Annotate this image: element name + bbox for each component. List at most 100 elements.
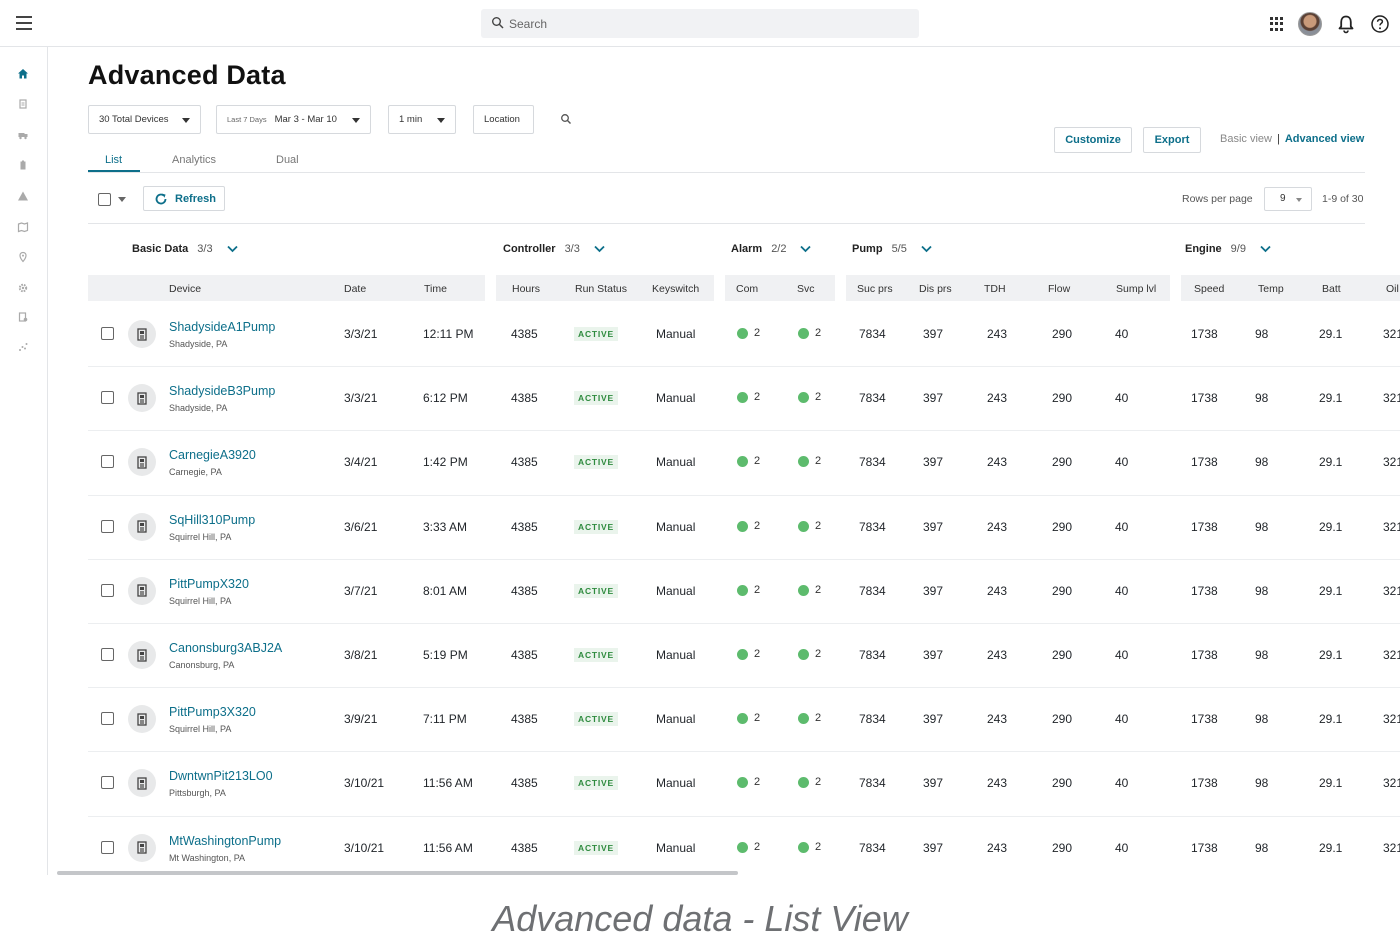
column-header-com[interactable]: Com — [736, 283, 758, 295]
group-count: 2/2 — [771, 243, 787, 255]
cell-hours: 4385 — [511, 776, 538, 791]
device-name-link[interactable]: SqHill310Pump — [169, 513, 255, 527]
column-header-suc-prs[interactable]: Suc prs — [857, 283, 893, 295]
select-all-checkbox[interactable] — [98, 193, 111, 206]
cell-speed: 1738 — [1191, 840, 1218, 855]
scatter-icon[interactable] — [17, 341, 29, 353]
cell-dis-prs: 397 — [923, 455, 944, 470]
row-checkbox[interactable] — [101, 648, 114, 661]
cell-tdh: 243 — [987, 712, 1008, 727]
column-header-hours[interactable]: Hours — [512, 283, 540, 295]
device-name-link[interactable]: ShadysideA1Pump — [169, 320, 275, 334]
column-header-flow[interactable]: Flow — [1048, 283, 1070, 295]
row-checkbox[interactable] — [101, 391, 114, 405]
column-header-time[interactable]: Time — [424, 283, 447, 295]
column-header-temp[interactable]: Temp — [1258, 283, 1284, 295]
column-header-batt[interactable]: Batt — [1322, 283, 1341, 295]
cell-temp: 98 — [1255, 776, 1269, 791]
column-header-tdh[interactable]: TDH — [984, 283, 1006, 295]
truck-icon[interactable] — [17, 129, 29, 141]
cell-speed: 1738 — [1191, 455, 1218, 470]
rows-per-page-select[interactable]: 9 — [1264, 187, 1312, 211]
search-icon[interactable] — [560, 113, 572, 125]
basic-view-link[interactable]: Basic view — [1220, 133, 1272, 145]
device-location: Squirrel Hill, PA — [169, 531, 232, 542]
cell-temp: 98 — [1255, 519, 1269, 534]
caret-down-icon[interactable] — [118, 197, 126, 202]
home-icon[interactable] — [17, 68, 29, 80]
advanced-view-link[interactable]: Advanced view — [1285, 133, 1364, 145]
column-header-sump-lvl[interactable]: Sump lvl — [1116, 283, 1156, 295]
gear-icon[interactable] — [17, 282, 29, 294]
cell-temp: 98 — [1255, 712, 1269, 727]
column-header-keyswitch[interactable]: Keyswitch — [652, 283, 699, 295]
row-checkbox[interactable] — [101, 583, 114, 597]
cell-oil: 321 — [1383, 391, 1400, 406]
device-name-link[interactable]: Canonsburg3ABJ2A — [169, 641, 282, 655]
document-icon[interactable] — [17, 98, 29, 110]
interval-dropdown[interactable]: 1 min — [388, 105, 456, 134]
tab-list[interactable]: List — [105, 154, 122, 166]
date-range-dropdown[interactable]: Last 7 Days Mar 3 - Mar 10 — [216, 105, 371, 134]
caret-down-icon — [352, 118, 360, 123]
group-basic-data[interactable]: Basic Data 3/3 — [132, 243, 238, 255]
status-badge: ACTIVE — [574, 519, 618, 534]
cell-com: 2 — [754, 648, 761, 660]
cell-tdh: 243 — [987, 391, 1008, 406]
location-pin-icon[interactable] — [17, 251, 29, 263]
cell-suc-prs: 7834 — [859, 712, 886, 727]
device-name-link[interactable]: DwntwnPit213LO0 — [169, 769, 273, 783]
group-pump[interactable]: Pump 5/5 — [852, 243, 932, 255]
cell-oil: 321 — [1383, 455, 1400, 470]
cell-time: 12:11 PM — [423, 327, 474, 341]
apps-grid-icon[interactable] — [1270, 17, 1284, 31]
device-name-link[interactable]: ShadysideB3Pump — [169, 384, 275, 398]
row-checkbox[interactable] — [101, 455, 114, 469]
battery-icon[interactable] — [17, 159, 29, 171]
refresh-label: Refresh — [175, 192, 216, 205]
column-header-svc[interactable]: Svc — [797, 283, 815, 295]
column-header-dis-prs[interactable]: Dis prs — [919, 283, 952, 295]
row-divider — [88, 751, 1400, 753]
report-icon[interactable] — [17, 311, 29, 323]
device-name-link[interactable]: MtWashingtonPump — [169, 834, 281, 848]
help-icon[interactable] — [1370, 14, 1390, 34]
group-controller[interactable]: Controller 3/3 — [503, 243, 605, 255]
column-header-speed[interactable]: Speed — [1194, 283, 1224, 295]
column-header-oil[interactable]: Oil — [1386, 283, 1399, 295]
search-bar[interactable] — [481, 9, 919, 38]
row-divider — [88, 366, 1400, 368]
map-icon[interactable] — [17, 221, 29, 233]
tab-dual[interactable]: Dual — [276, 154, 299, 166]
export-button[interactable]: Export — [1143, 127, 1201, 153]
row-checkbox[interactable] — [101, 712, 114, 726]
search-input[interactable] — [509, 9, 909, 38]
group-count: 3/3 — [564, 243, 580, 255]
column-header-run-status[interactable]: Run Status — [575, 283, 627, 295]
pump-device-icon — [128, 320, 156, 348]
cell-batt: 29.1 — [1319, 455, 1343, 470]
device-filter-dropdown[interactable]: 30 Total Devices — [88, 105, 201, 134]
refresh-button[interactable]: Refresh — [143, 186, 225, 211]
row-checkbox[interactable] — [101, 840, 114, 854]
device-name-link[interactable]: PittPump3X320 — [169, 705, 256, 719]
group-alarm[interactable]: Alarm 2/2 — [731, 243, 812, 255]
tab-analytics[interactable]: Analytics — [172, 154, 216, 166]
row-checkbox[interactable] — [101, 327, 114, 340]
cell-date: 3/8/21 — [344, 648, 378, 662]
column-header-device[interactable]: Device — [169, 283, 201, 295]
device-name-link[interactable]: PittPumpX320 — [169, 577, 249, 591]
column-header-date[interactable]: Date — [344, 283, 366, 295]
menu-icon[interactable] — [16, 16, 32, 30]
avatar[interactable] — [1298, 12, 1322, 36]
customize-button[interactable]: Customize — [1054, 127, 1132, 153]
row-checkbox[interactable] — [101, 519, 114, 533]
location-filter[interactable]: Location — [473, 105, 534, 134]
row-checkbox[interactable] — [101, 776, 114, 790]
horizontal-scrollbar[interactable] — [57, 871, 738, 875]
device-name-link[interactable]: CarnegieA3920 — [169, 448, 256, 462]
warning-icon[interactable] — [17, 190, 29, 202]
chevron-down-icon — [800, 245, 812, 253]
group-engine[interactable]: Engine 9/9 — [1185, 243, 1271, 255]
bell-icon[interactable] — [1336, 14, 1356, 34]
